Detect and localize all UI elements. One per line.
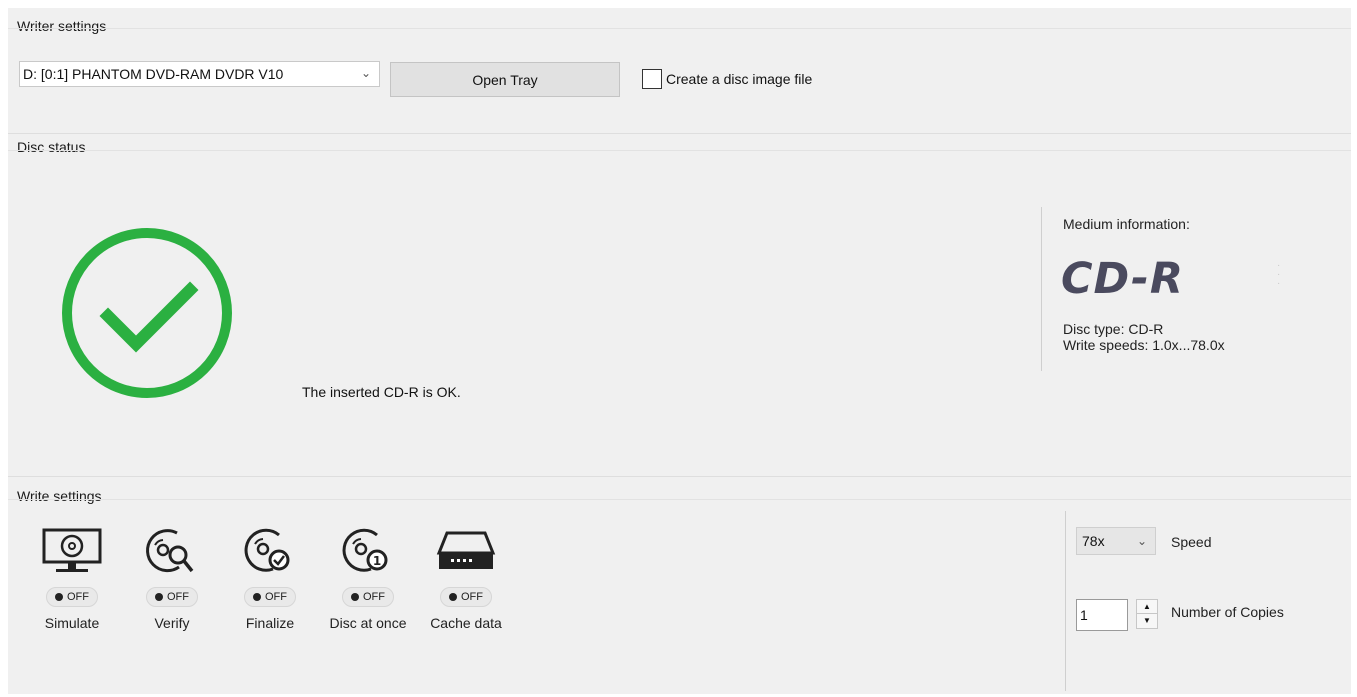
drive-select-value: D: [0:1] PHANTOM DVD-RAM DVDR V10 [23, 66, 284, 82]
simulate-toggle[interactable]: OFF [46, 587, 98, 607]
drive-select[interactable]: D: [0:1] PHANTOM DVD-RAM DVDR V10 ⌄ [19, 61, 380, 87]
copies-input[interactable]: 1 [1076, 599, 1128, 631]
disc-at-once-label: Disc at once [329, 615, 407, 631]
write-speeds-text: Write speeds: 1.0x...78.0x [1063, 337, 1225, 353]
status-ok-icon [60, 226, 234, 403]
speed-label: Speed [1171, 534, 1212, 550]
divider [1041, 207, 1042, 371]
finalize-toggle[interactable]: OFF [244, 587, 296, 607]
write-settings-title: Write settings [17, 488, 106, 504]
create-image-label: Create a disc image file [666, 71, 813, 87]
disc-status-group: Disc status The inserted CD-R is OK. Med… [8, 133, 1351, 475]
create-image-option[interactable]: Create a disc image file [642, 69, 812, 89]
simulate-label: Simulate [44, 615, 100, 631]
copies-label: Number of Copies [1171, 604, 1284, 620]
toggle-knob [351, 593, 359, 601]
disc-check-icon [225, 527, 315, 575]
disc-at-once-toggle[interactable]: OFF [342, 587, 394, 607]
speed-select-value: 78x [1082, 533, 1105, 549]
chevron-down-icon: ⌄ [360, 66, 371, 80]
verify-toggle[interactable]: OFF [146, 587, 198, 607]
write-settings-group: Write settings OFF Simulate OFF Verify O… [8, 476, 1351, 694]
simulate-option[interactable]: OFF Simulate [27, 527, 117, 631]
disc-type-text: Disc type: CD-R [1063, 321, 1164, 337]
cache-data-label: Cache data [430, 615, 502, 631]
spinner-down-icon[interactable]: ▼ [1137, 614, 1157, 628]
simulate-toggle-state: OFF [67, 591, 89, 603]
cache-data-toggle[interactable]: OFF [440, 587, 492, 607]
disc-magnifier-icon [127, 527, 217, 575]
toggle-knob [55, 593, 63, 601]
disc-status-message: The inserted CD-R is OK. [302, 384, 461, 400]
divider [8, 28, 1351, 29]
burn-dialog: Writer settings D: [0:1] PHANTOM DVD-RAM… [8, 8, 1351, 694]
create-image-checkbox[interactable] [642, 69, 662, 89]
disc-at-once-option[interactable]: 1 OFF Disc at once [323, 527, 413, 631]
spinner-up-icon[interactable]: ▲ [1137, 600, 1157, 614]
verify-option[interactable]: OFF Verify [127, 527, 217, 631]
divider [8, 499, 1351, 500]
svg-text:1: 1 [373, 554, 381, 568]
cache-data-option[interactable]: OFF Cache data [421, 527, 511, 631]
toggle-knob [449, 593, 457, 601]
disc-at-once-toggle-state: OFF [363, 591, 385, 603]
medium-info-title: Medium information: [1063, 216, 1190, 232]
finalize-toggle-state: OFF [265, 591, 287, 603]
disc-one-icon: 1 [323, 527, 413, 575]
chevron-down-icon: ⌄ [1136, 534, 1147, 548]
verify-label: Verify [154, 615, 190, 631]
open-tray-button[interactable]: Open Tray [390, 62, 620, 97]
medium-type-large: CD-R [1061, 254, 1185, 304]
drive-icon [421, 527, 511, 575]
writer-settings-title: Writer settings [17, 18, 111, 34]
finalize-option[interactable]: OFF Finalize [225, 527, 315, 631]
decorative-dots: · · · [1277, 260, 1281, 289]
divider [8, 150, 1351, 151]
cache-data-toggle-state: OFF [461, 591, 483, 603]
toggle-knob [155, 593, 163, 601]
speed-select[interactable]: 78x ⌄ [1076, 527, 1156, 555]
divider [1065, 511, 1066, 691]
finalize-label: Finalize [245, 615, 295, 631]
verify-toggle-state: OFF [167, 591, 189, 603]
disc-status-title: Disc status [17, 139, 90, 155]
writer-settings-group: Writer settings D: [0:1] PHANTOM DVD-RAM… [8, 8, 1351, 132]
toggle-knob [253, 593, 261, 601]
copies-spinner[interactable]: ▲ ▼ [1136, 599, 1158, 629]
monitor-disc-icon [27, 527, 117, 575]
